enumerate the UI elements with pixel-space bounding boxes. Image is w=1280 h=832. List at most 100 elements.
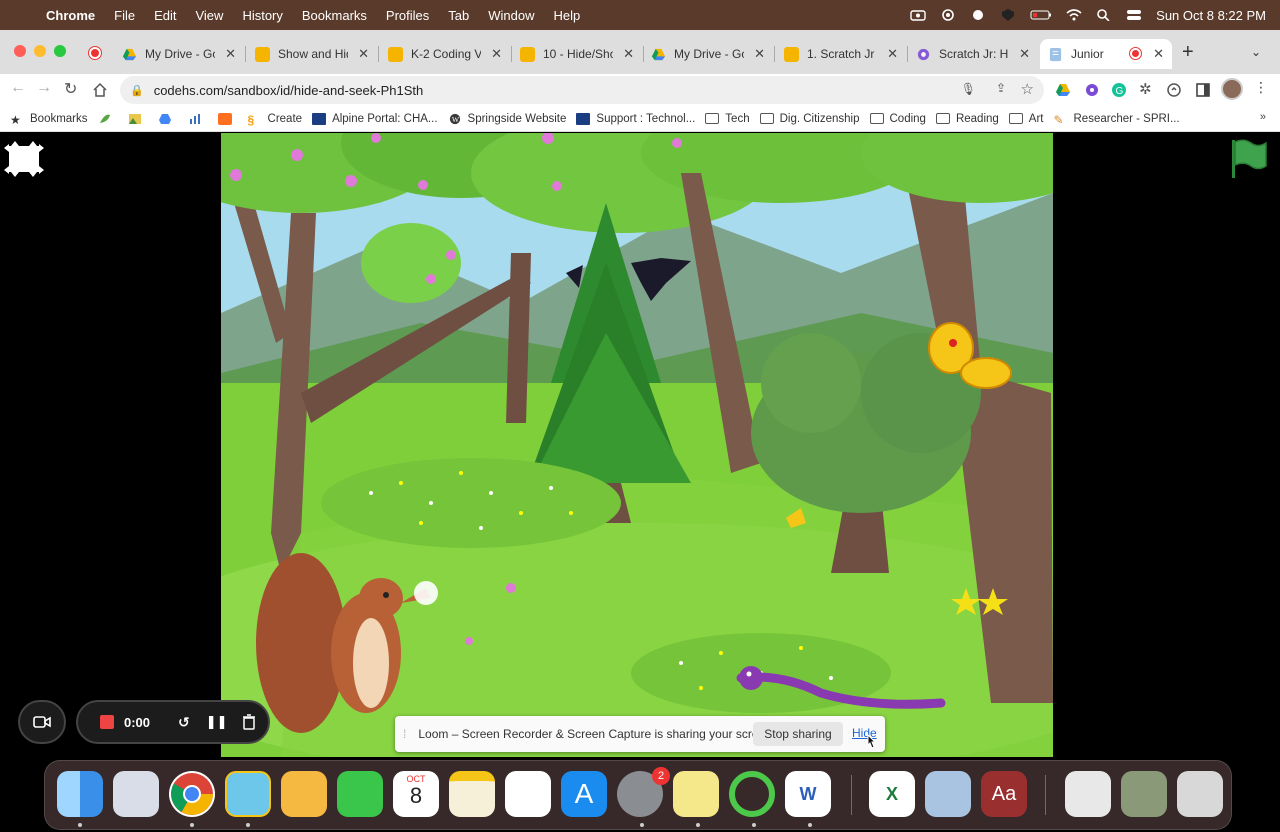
menu-view[interactable]: View — [195, 8, 223, 23]
bookmark-folder-dig-citizenship[interactable]: Dig. Citizenship — [759, 113, 860, 125]
spotlight-search-icon[interactable] — [1096, 9, 1112, 21]
loom-menu-icon[interactable] — [940, 9, 956, 21]
trash-can-icon[interactable] — [1177, 771, 1223, 817]
menu-profiles[interactable]: Profiles — [386, 8, 429, 23]
facetime-icon[interactable] — [337, 771, 383, 817]
menu-file[interactable]: File — [114, 8, 135, 23]
microsoft-word-icon[interactable]: W — [785, 771, 831, 817]
profile-avatar[interactable] — [1221, 78, 1243, 100]
update-icon[interactable] — [1166, 82, 1182, 98]
menu-app-name[interactable]: Chrome — [46, 8, 95, 23]
new-tab-icon[interactable]: + — [1182, 41, 1194, 64]
stop-recording-icon[interactable] — [100, 715, 114, 729]
launchpad-icon[interactable] — [113, 771, 159, 817]
bookmark-support[interactable]: Support : Technol... — [576, 112, 695, 125]
tab-show-and-hide[interactable]: Show and Hide ✕ — [247, 39, 377, 69]
stickies-icon[interactable] — [673, 771, 719, 817]
app-store-icon[interactable]: A — [561, 771, 607, 817]
bookmark-drive[interactable] — [158, 113, 178, 125]
dictionary-icon[interactable]: Aa — [981, 771, 1027, 817]
chrome-menu-icon[interactable]: ⋮ — [1254, 79, 1268, 96]
security-icon[interactable] — [1000, 9, 1016, 21]
menu-bookmarks[interactable]: Bookmarks — [302, 8, 367, 23]
window-minimize-icon[interactable] — [34, 45, 46, 57]
screen-record-icon[interactable] — [910, 9, 926, 21]
stop-sharing-button[interactable]: Stop sharing — [753, 722, 843, 746]
tab-close-icon[interactable]: ✕ — [1019, 46, 1030, 62]
pause-icon[interactable]: ❚❚ — [206, 714, 228, 730]
tab-close-icon[interactable]: ✕ — [1153, 46, 1164, 62]
tab-hide-show-slides[interactable]: 10 - Hide/Show ✕ — [512, 39, 642, 69]
address-bar[interactable]: 🔒 codehs.com/sandbox/id/hide-and-seek-Ph… — [120, 76, 1044, 104]
bookmark-folder-tech[interactable]: Tech — [705, 113, 750, 125]
bookmark-alpine-portal[interactable]: Alpine Portal: CHA... — [312, 112, 438, 125]
chrome-icon[interactable] — [169, 771, 215, 817]
extensions-puzzle-icon[interactable]: ✲ — [1139, 80, 1152, 98]
bookmark-chart[interactable] — [188, 113, 208, 125]
menu-history[interactable]: History — [242, 8, 282, 23]
menu-tab[interactable]: Tab — [448, 8, 469, 23]
control-center-icon[interactable] — [1126, 9, 1142, 21]
bookmark-folder-reading[interactable]: Reading — [935, 113, 999, 125]
loom-camera-button[interactable] — [18, 700, 66, 744]
lock-icon[interactable]: 🔒 — [130, 84, 144, 97]
bookmark-springside[interactable]: W Springside Website — [448, 113, 566, 125]
menubar-datetime[interactable]: Sun Oct 8 8:22 PM — [1156, 8, 1266, 23]
bookmark-create[interactable]: § Create — [248, 113, 303, 127]
calendar-icon[interactable]: OCT 8 — [393, 771, 439, 817]
grammarly-icon[interactable]: G — [1111, 82, 1127, 98]
menu-edit[interactable]: Edit — [154, 8, 176, 23]
google-drive-extension-icon[interactable] — [1055, 82, 1071, 98]
tab-close-icon[interactable]: ✕ — [225, 46, 236, 62]
loom-activity-icon[interactable] — [729, 771, 775, 817]
scratchjr-app-icon[interactable] — [225, 771, 271, 817]
forward-arrow-icon[interactable]: → — [36, 79, 52, 97]
tab-close-icon[interactable]: ✕ — [887, 46, 898, 62]
tab-search-chevron-icon[interactable]: ⌄ — [1251, 45, 1261, 59]
trash-icon[interactable] — [242, 714, 256, 730]
bookmark-image[interactable] — [128, 113, 148, 125]
menu-help[interactable]: Help — [554, 8, 581, 23]
tab-my-drive-2[interactable]: My Drive - Goo ✕ — [643, 39, 773, 69]
tab-k2-coding[interactable]: K-2 Coding Vo ✕ — [380, 39, 510, 69]
reload-icon[interactable]: ↻ — [64, 79, 77, 99]
back-arrow-icon[interactable]: ← — [10, 79, 26, 97]
finder-icon[interactable] — [57, 771, 103, 817]
document-icon[interactable] — [1065, 771, 1111, 817]
bookmark-leaf[interactable] — [98, 113, 118, 125]
side-panel-icon[interactable] — [1195, 82, 1211, 98]
bookmark-bookmarks[interactable]: ★ Bookmarks — [10, 113, 88, 127]
url-text[interactable]: codehs.com/sandbox/id/hide-and-seek-Ph1S… — [154, 83, 424, 98]
tab-junior-active[interactable]: Junior ✕ — [1040, 39, 1172, 69]
window-maximize-icon[interactable] — [54, 45, 66, 57]
tab-scratch-jr-hide[interactable]: Scratch Jr: Hid ✕ — [908, 39, 1038, 69]
battery-icon[interactable] — [1030, 9, 1052, 21]
window-close-icon[interactable] — [14, 45, 26, 57]
green-flag-icon[interactable] — [1230, 138, 1268, 180]
wifi-icon[interactable] — [1066, 9, 1082, 21]
preview-icon[interactable] — [925, 771, 971, 817]
bookmark-blogger[interactable] — [217, 112, 238, 125]
home-icon[interactable] — [92, 82, 108, 98]
tab-my-drive-1[interactable]: My Drive - Goo ✕ — [114, 39, 244, 69]
tab-close-icon[interactable]: ✕ — [358, 46, 369, 62]
fullscreen-toggle-icon[interactable] — [3, 140, 45, 178]
gear-flower-extension-icon[interactable] — [1084, 82, 1100, 98]
tab-close-icon[interactable]: ✕ — [754, 46, 765, 62]
freeform-icon[interactable] — [505, 771, 551, 817]
bookmark-star-icon[interactable]: ☆ — [1021, 80, 1034, 98]
bookmarks-overflow-icon[interactable]: » — [1260, 111, 1266, 123]
share-icon[interactable]: ⇪ — [996, 81, 1006, 95]
restart-icon[interactable]: ↺ — [178, 714, 190, 731]
tab-close-icon[interactable]: ✕ — [491, 46, 502, 62]
seesaw-icon[interactable] — [281, 771, 327, 817]
tab-close-icon[interactable]: ✕ — [623, 46, 634, 62]
menu-window[interactable]: Window — [488, 8, 534, 23]
notes-icon[interactable] — [449, 771, 495, 817]
drag-handle-icon[interactable]: ⁞ — [403, 727, 406, 741]
microphone-icon[interactable]: 🎙 — [961, 82, 976, 96]
bookmark-folder-coding[interactable]: Coding — [869, 113, 926, 125]
microsoft-excel-icon[interactable]: X — [869, 771, 915, 817]
bookmark-researcher[interactable]: ✎ Researcher - SPRI... — [1054, 113, 1180, 127]
extension-status-icon[interactable] — [970, 9, 986, 21]
